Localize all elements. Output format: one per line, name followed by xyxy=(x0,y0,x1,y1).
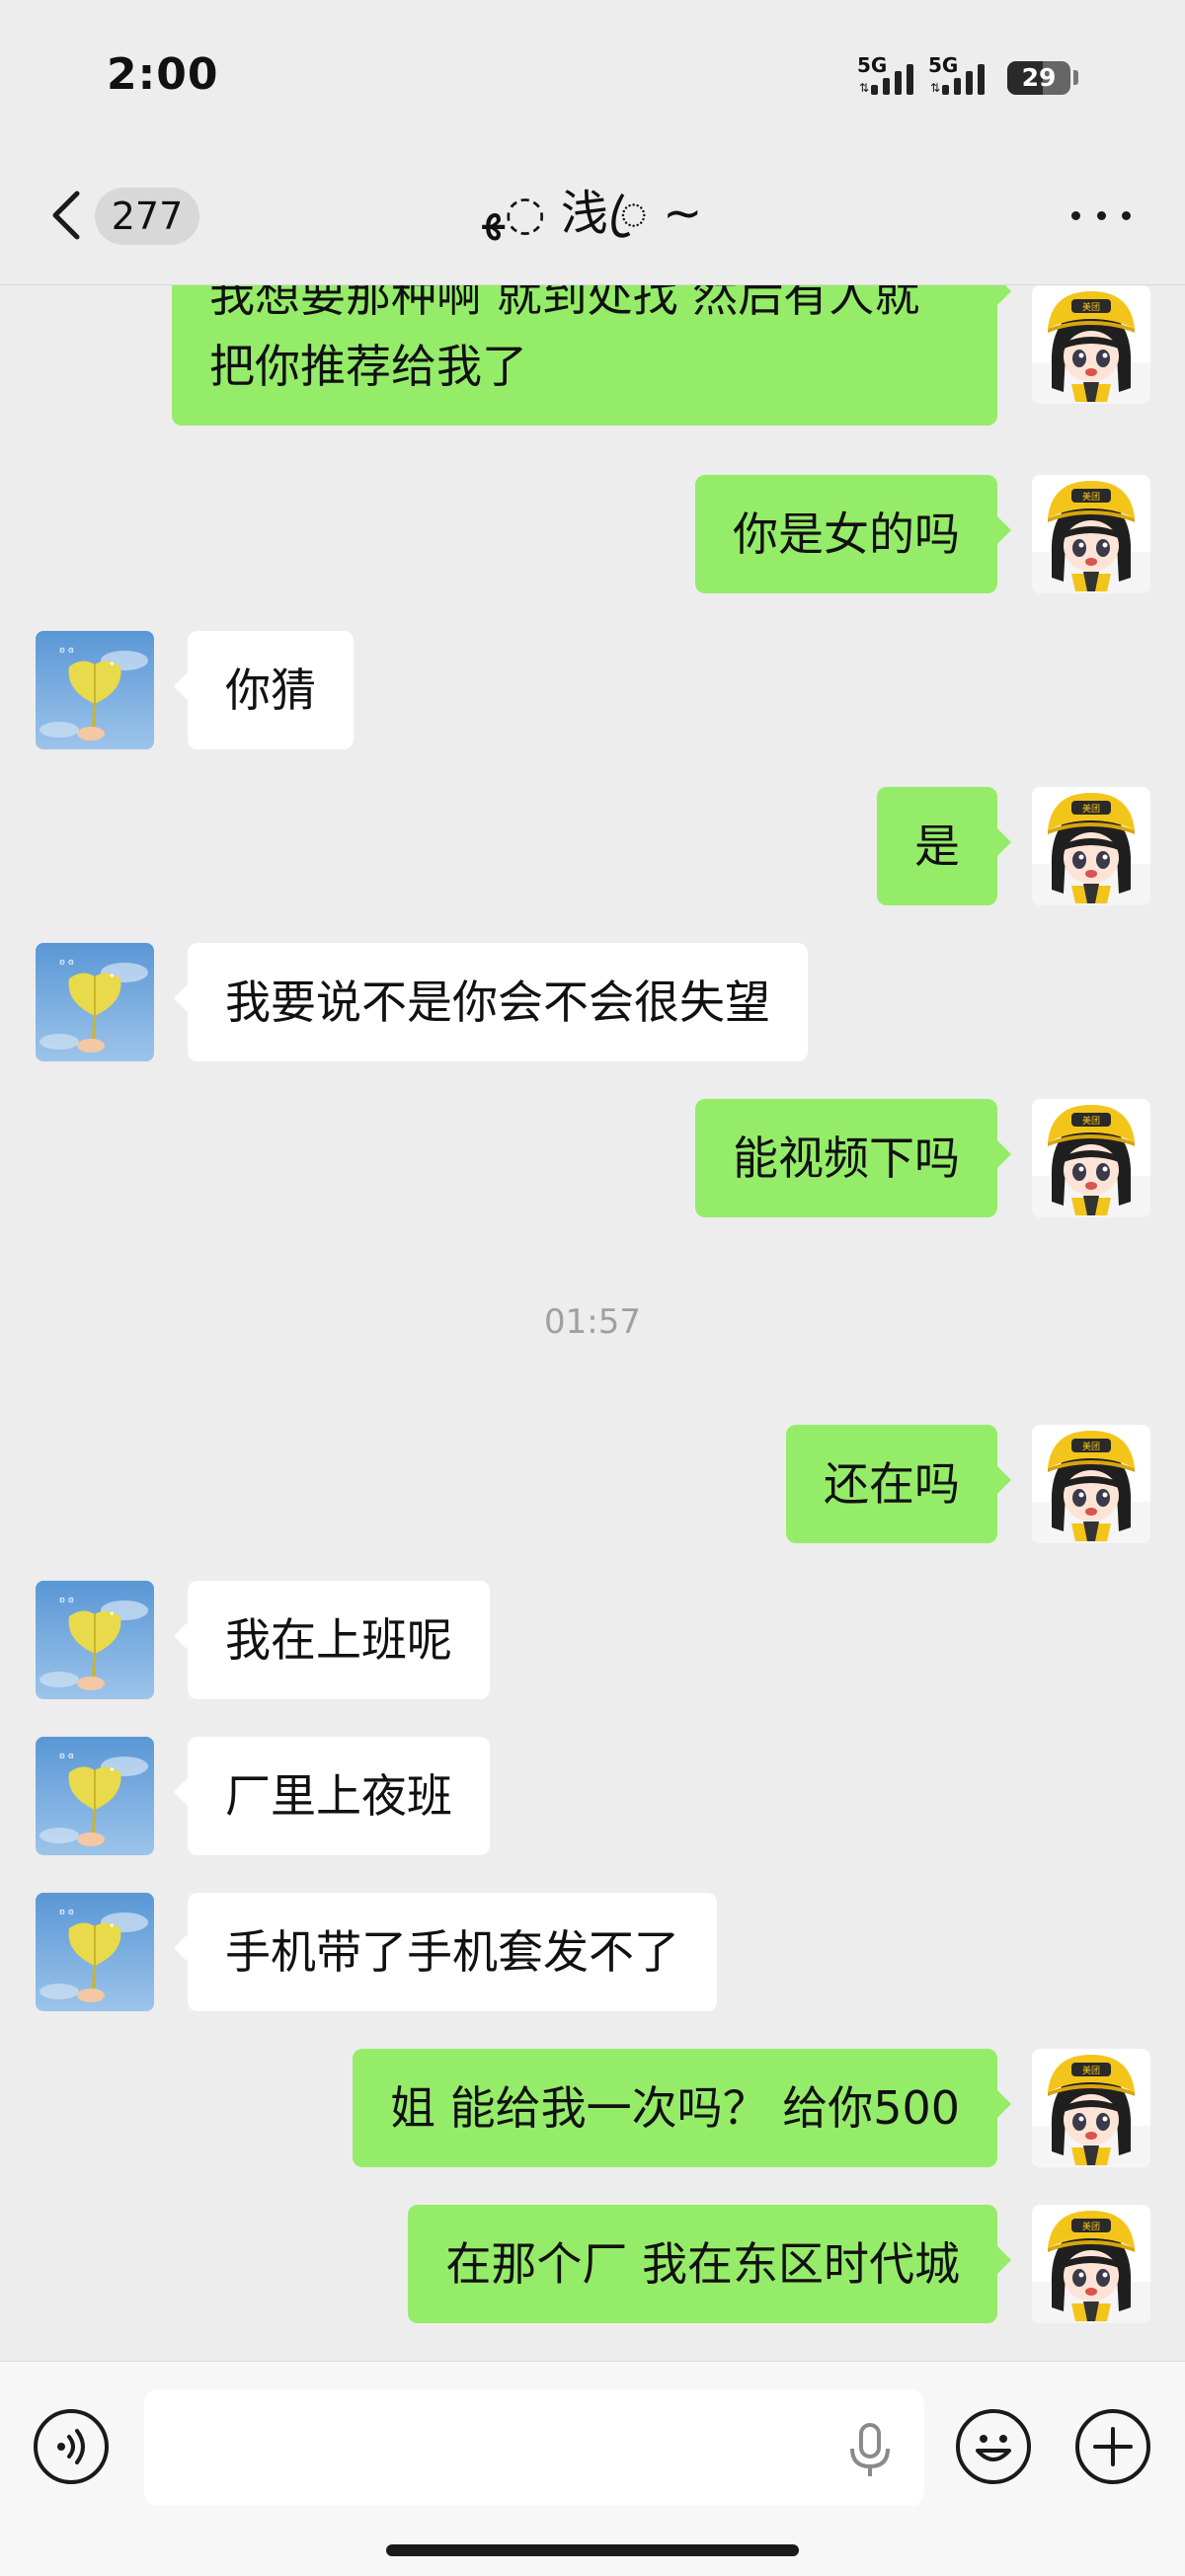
svg-text:ʚ ɞ: ʚ ɞ xyxy=(59,646,74,656)
message-bubble[interactable]: 我想要那种啊 就到处找 然后有人就把你推荐给我了 xyxy=(172,285,1011,426)
svg-text:✦: ✦ xyxy=(109,1765,116,1774)
message-bubble[interactable]: 还在吗 xyxy=(786,1425,1011,1543)
status-bar: 2:00 5G ⇅ 5G ⇅ 29 xyxy=(0,0,1185,148)
svg-text:美团: 美团 xyxy=(1082,491,1100,503)
message-bubble[interactable]: 你猜 xyxy=(174,631,354,749)
status-time: 2:00 xyxy=(107,49,219,100)
message-bubble[interactable]: 你是女的吗 xyxy=(695,475,1011,593)
unread-count-badge[interactable]: 277 xyxy=(95,188,199,245)
my-avatar[interactable]: 美团 xyxy=(1032,787,1150,905)
contact-avatar[interactable]: ʚ ɞ ✦ xyxy=(36,1737,154,1855)
svg-text:美团: 美团 xyxy=(1082,2065,1100,2076)
svg-text:ʚ ɞ: ʚ ɞ xyxy=(59,1752,74,1761)
message-timestamp: 01:57 xyxy=(544,1302,641,1342)
message-bubble[interactable]: 姐 能给我一次吗？ 给你500 xyxy=(352,2049,1012,2167)
svg-text:✦: ✦ xyxy=(109,1921,116,1930)
message-bubble[interactable]: 我在上班呢 xyxy=(174,1581,490,1699)
svg-text:✦: ✦ xyxy=(109,972,116,980)
add-button[interactable] xyxy=(1075,2409,1150,2484)
svg-text:美团: 美团 xyxy=(1082,301,1100,313)
chat-header: 277 ﻬ◌ 浅ꦿ ~ xyxy=(0,148,1185,286)
message-bubble[interactable]: 我要说不是你会不会很失望 xyxy=(174,943,808,1061)
message-bubble[interactable]: 厂里上夜班 xyxy=(174,1737,490,1855)
my-avatar[interactable]: 美团 xyxy=(1032,285,1150,404)
chat-title[interactable]: ﻬ◌ 浅ꦿ ~ xyxy=(296,174,889,253)
message-list[interactable]: 美团 我想要那种啊 就到处找 然后有人就把你推荐给我了 美团 你是女的吗 ʚ ɞ… xyxy=(0,285,1185,2361)
message-bubble[interactable]: 是 xyxy=(877,787,1011,905)
svg-text:✦: ✦ xyxy=(109,660,116,668)
voice-button[interactable] xyxy=(34,2409,109,2484)
svg-text:ʚ ɞ: ʚ ɞ xyxy=(59,1596,74,1605)
voice-icon xyxy=(57,2429,85,2464)
message-bubble[interactable]: 在那个厂 我在东区时代城 xyxy=(408,2205,1011,2323)
message-bubble[interactable]: 能视频下吗 xyxy=(695,1099,1011,1217)
svg-text:美团: 美团 xyxy=(1082,1441,1100,1452)
battery-level: 29 xyxy=(1021,63,1057,92)
svg-text:✦: ✦ xyxy=(109,1609,116,1618)
my-avatar[interactable]: 美团 xyxy=(1032,475,1150,593)
signal-sim1-icon: 5G ⇅ xyxy=(857,53,926,97)
home-indicator xyxy=(386,2544,799,2556)
microphone-button[interactable] xyxy=(844,2421,896,2480)
contact-avatar[interactable]: ʚ ɞ ✦ xyxy=(36,1893,154,2011)
signal-sim2-icon: 5G ⇅ xyxy=(928,53,997,97)
message-bubble[interactable]: 手机带了手机套发不了 xyxy=(174,1893,717,2011)
svg-text:ʚ ɞ: ʚ ɞ xyxy=(59,1908,74,1917)
my-avatar[interactable]: 美团 xyxy=(1032,2049,1150,2167)
microphone-icon xyxy=(850,2423,890,2476)
plus-icon xyxy=(1093,2427,1133,2466)
svg-text:美团: 美团 xyxy=(1082,1115,1100,1127)
my-avatar[interactable]: 美团 xyxy=(1032,1425,1150,1543)
message-input[interactable] xyxy=(144,2389,924,2506)
contact-avatar[interactable]: ʚ ɞ ✦ xyxy=(36,631,154,749)
more-button[interactable] xyxy=(1071,203,1131,227)
svg-text:美团: 美团 xyxy=(1082,803,1100,815)
contact-avatar[interactable]: ʚ ɞ ✦ xyxy=(36,1581,154,1699)
battery-icon: 29 xyxy=(1007,61,1070,95)
more-dots-icon xyxy=(1071,210,1080,220)
chevron-left-icon xyxy=(52,191,80,240)
emoji-icon xyxy=(976,2435,1011,2461)
contact-avatar[interactable]: ʚ ɞ ✦ xyxy=(36,943,154,1061)
back-button[interactable] xyxy=(40,184,99,247)
svg-text:美团: 美团 xyxy=(1082,2221,1100,2232)
my-avatar[interactable]: 美团 xyxy=(1032,2205,1150,2323)
emoji-button[interactable] xyxy=(956,2409,1031,2484)
svg-text:ʚ ɞ: ʚ ɞ xyxy=(59,958,74,968)
my-avatar[interactable]: 美团 xyxy=(1032,1099,1150,1217)
